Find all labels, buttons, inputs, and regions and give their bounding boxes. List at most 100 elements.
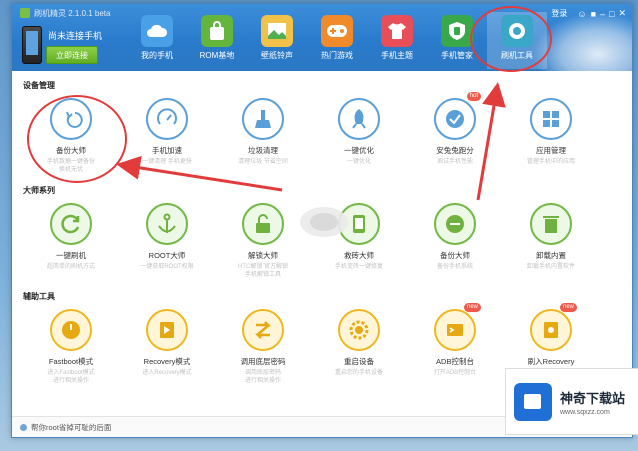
gamepad-icon — [321, 15, 353, 47]
tab-label: ROM基地 — [199, 51, 235, 60]
tool-name: 调用底层密码 — [240, 357, 286, 366]
tool-name: 手机加速 — [152, 146, 182, 155]
tool-description: 进入Fastboot模式 进行相关操作 — [47, 370, 95, 384]
status-icon — [20, 423, 27, 431]
user-icon[interactable]: ☺ — [577, 9, 586, 19]
window-title: 刷机精灵 2.1.0.1 beta — [34, 9, 111, 18]
tool-item[interactable]: Fastboot模式进入Fastboot模式 进行相关操作 — [23, 305, 119, 387]
tab-label: 手机主题 — [381, 51, 413, 60]
section-title-master: 大师系列 — [23, 186, 55, 195]
tab-label: 热门游戏 — [321, 51, 353, 60]
tab-3[interactable]: 壁纸铃声 — [247, 12, 307, 69]
tool-name: 应用管理 — [536, 146, 566, 155]
tab-label: 刷机工具 — [501, 51, 533, 60]
apps-grid-icon — [530, 98, 572, 140]
tool-item[interactable]: 一键优化 一键优化 — [311, 94, 407, 176]
skin-icon[interactable]: ■ — [591, 9, 596, 19]
tool-description: 调用底层密码 进行相关操作 — [244, 370, 281, 384]
tab-1[interactable]: 我的手机 — [127, 12, 187, 69]
tool-name: ADB控制台 — [436, 357, 474, 366]
tool-name: 解锁大师 — [248, 251, 278, 260]
backup-disk-icon — [434, 203, 476, 245]
unlock-icon — [242, 203, 284, 245]
tool-description: 一键清理 手机更快 — [142, 159, 192, 165]
tool-item[interactable]: 备份大师手机数据一键备份 换机无忧 — [23, 94, 119, 176]
power-icon — [50, 309, 92, 351]
tool-name: Recovery模式 — [143, 357, 191, 366]
tool-name: 救砖大师 — [344, 251, 374, 260]
wallpaper-icon — [261, 15, 293, 47]
tool-item[interactable]: 手机加速一键清理 手机更快 — [119, 94, 215, 176]
refresh-icon — [50, 203, 92, 245]
tool-name: 一键刷机 — [56, 251, 86, 260]
maximize-button[interactable]: □ — [609, 9, 614, 19]
tab-label: 手机管家 — [441, 51, 473, 60]
watermark-url: www.sqxzz.com — [560, 408, 610, 416]
badge-hot: hot — [466, 92, 481, 101]
benchmark-icon — [434, 98, 476, 140]
console-icon — [434, 309, 476, 351]
tool-description: 重启您的手机设备 — [334, 370, 383, 376]
tool-name: 备份大师 — [56, 146, 86, 155]
tool-name: Fastboot模式 — [48, 357, 94, 366]
tab-5[interactable]: 手机主题 — [367, 12, 427, 69]
trash-icon — [530, 203, 572, 245]
shield-icon — [441, 15, 473, 47]
close-button[interactable]: ✕ — [618, 8, 626, 19]
loading-overlay-icon — [300, 207, 348, 237]
tool-description: 管理手机中的应用 — [526, 159, 575, 165]
tool-name: 安兔兔跑分 — [436, 146, 474, 155]
tool-name: 卸载内置 — [536, 251, 566, 260]
flash-recovery-icon — [530, 309, 572, 351]
tool-name: 重启设备 — [344, 357, 374, 366]
tool-description: 超简单的刷机方式 — [46, 264, 95, 270]
tool-name: ROOT大师 — [148, 251, 186, 260]
watermark-title: 神奇下载站 — [560, 390, 626, 406]
badge-new: new — [559, 303, 577, 312]
cloud-icon — [141, 15, 173, 47]
tool-description: 清理垃圾 节省空间 — [238, 159, 288, 165]
main-tabs: 我的手机 ROM基地 壁纸铃声 热门游戏 手机主题 手机管家 刷机工具 — [127, 12, 547, 69]
recovery-icon — [146, 309, 188, 351]
tool-item[interactable]: 重启设备重启您的手机设备 — [311, 305, 407, 387]
section-title-device: 设备管理 — [23, 81, 55, 90]
tshirt-icon — [381, 15, 413, 47]
tab-label: 我的手机 — [141, 51, 173, 60]
tool-item[interactable]: 卸载内置 卸载手机内置软件 — [503, 199, 599, 281]
tool-item[interactable]: new ADB控制台 打开ADB控制台 — [407, 303, 503, 387]
connect-button[interactable]: 立即连接 — [46, 46, 98, 64]
minimize-button[interactable]: – — [600, 9, 605, 19]
tool-item[interactable]: Recovery模式 进入Recovery模式 — [119, 305, 215, 387]
transfer-icon — [242, 309, 284, 351]
window-controls: 登录 ☺ ■ – □ ✕ — [551, 8, 626, 19]
rocket-icon — [338, 98, 380, 140]
login-link[interactable]: 登录 — [551, 8, 567, 19]
tool-description: 一键优化 — [346, 159, 371, 165]
tool-description: 一键获取ROOT权限 — [140, 264, 194, 270]
header: 刷机精灵 2.1.0.1 beta 尚未连接手机 立即连接 我的手机 ROM基地 壁… — [12, 4, 632, 71]
anchor-icon — [146, 203, 188, 245]
tool-name: 一键优化 — [344, 146, 374, 155]
tool-item[interactable]: 应用管理管理手机中的应用 — [503, 94, 599, 176]
tab-7[interactable]: 刷机工具 — [487, 12, 547, 69]
wrench-icon — [501, 15, 533, 47]
section-title-aux: 辅助工具 — [23, 292, 55, 301]
watermark: 神奇下载站 www.sqxzz.com — [505, 368, 638, 435]
tool-item[interactable]: ROOT大师一键获取ROOT权限 — [119, 199, 215, 281]
tool-item[interactable]: 备份大师 备份手机系统 — [407, 199, 503, 281]
tool-item[interactable]: 解锁大师 HTC解锁 官方解锁 手机解锁工具 — [215, 199, 311, 281]
tool-description: 备份手机系统 — [436, 264, 473, 270]
tool-item[interactable]: 调用底层密码调用底层密码 进行相关操作 — [215, 305, 311, 387]
tool-description: 测试手机性能 — [436, 159, 473, 165]
tool-item[interactable]: hot 安兔兔跑分测试手机性能 — [407, 92, 503, 176]
tab-2[interactable]: ROM基地 — [187, 12, 247, 69]
phone-icon — [22, 26, 42, 64]
shopping-bag-icon — [201, 15, 233, 47]
app-logo-icon — [20, 8, 30, 18]
tool-item[interactable]: 垃圾清理 清理垃圾 节省空间 — [215, 94, 311, 176]
tool-description: 手机数据一键备份 换机无忧 — [46, 159, 95, 173]
tool-description: 手机变砖一键修复 — [334, 264, 383, 270]
tab-4[interactable]: 热门游戏 — [307, 12, 367, 69]
tool-item[interactable]: 一键刷机超简单的刷机方式 — [23, 199, 119, 281]
tab-6[interactable]: 手机管家 — [427, 12, 487, 69]
